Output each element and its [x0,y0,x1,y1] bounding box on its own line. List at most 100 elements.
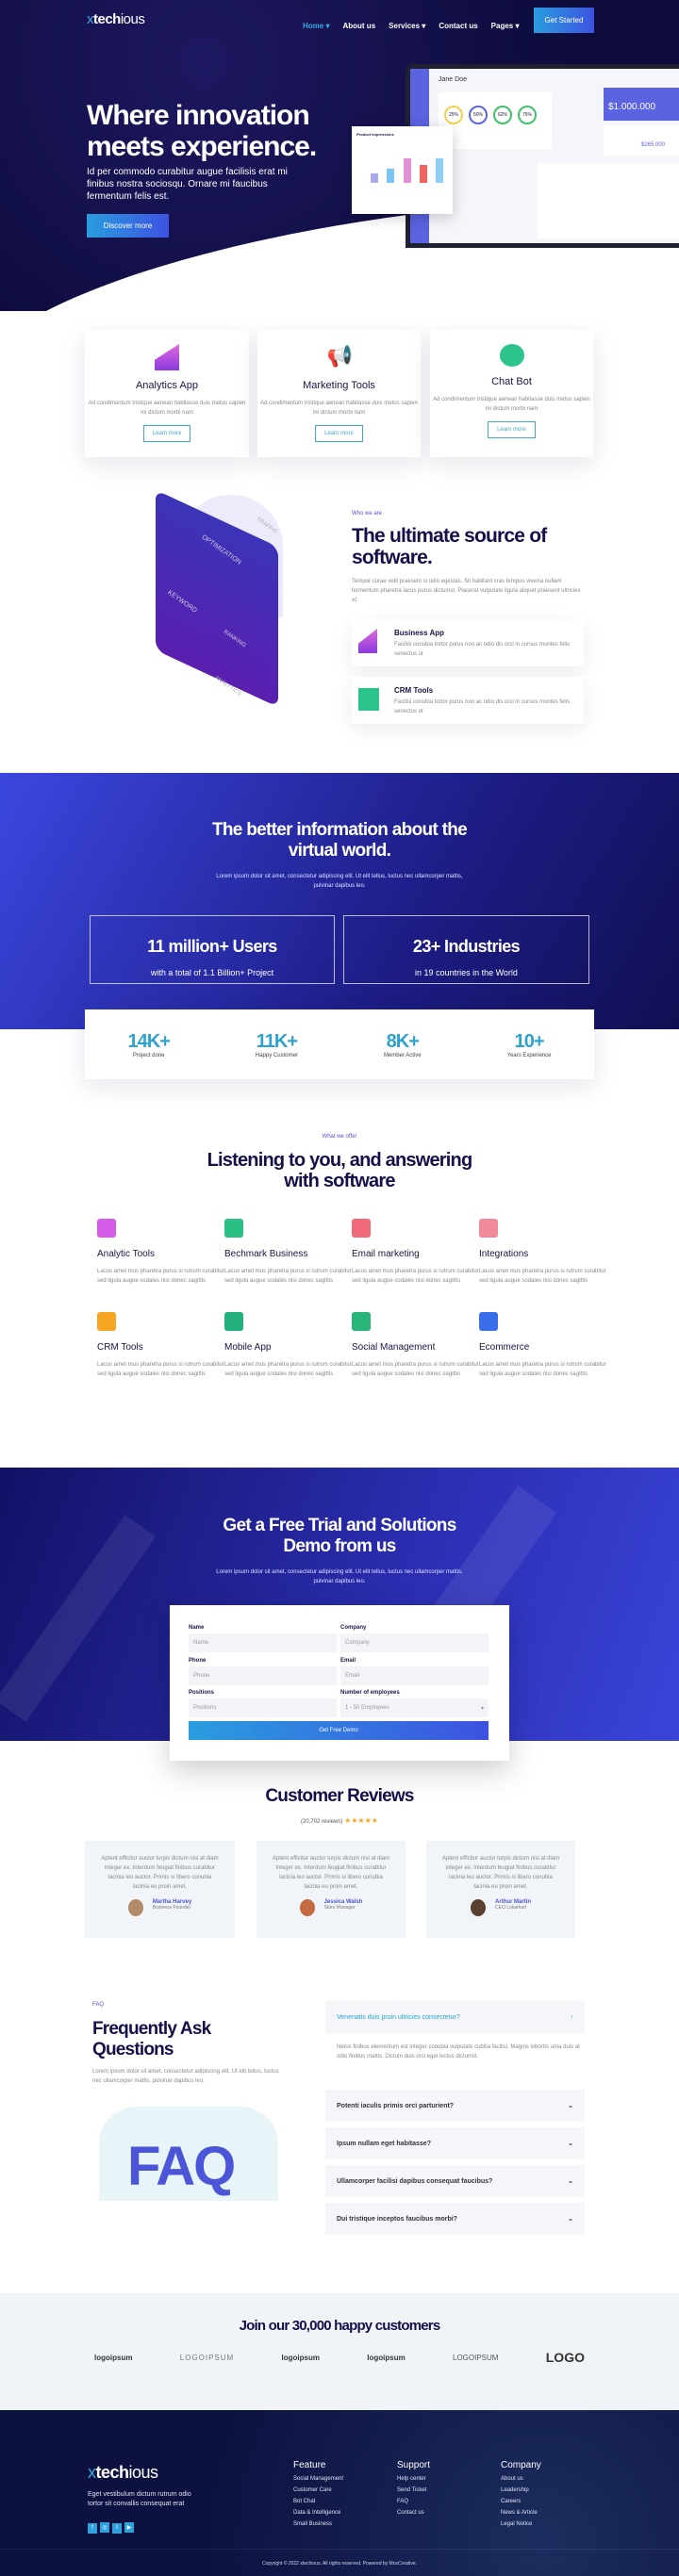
footer-text: Eget vestibulum dictum rutrum odio torto… [88,2491,191,2507]
chevron-down-icon: ▾ [480,1705,484,1712]
footer-link[interactable]: Legal Notice [501,2521,541,2527]
positions-input[interactable]: Positions [189,1698,337,1717]
dashboard-user: Jane Doe [439,76,467,83]
company-input[interactable]: Company [340,1633,489,1652]
hero-text: Id per commodo curabitur augue facilisis… [87,167,288,202]
faq-illustration: FAQ [99,2107,278,2201]
service-icon [479,1219,498,1238]
info-section [0,773,679,1029]
bar [436,158,443,183]
faq-item[interactable]: Ipsum nullam eget habitasse? ⌄ [325,2127,585,2159]
youtube-icon[interactable]: ▶ [124,2522,134,2533]
service-icon [479,1312,498,1331]
bar [420,165,427,183]
about-eyebrow: Who we are [352,511,383,517]
avatar [127,1899,143,1916]
client-logo: LOGO [545,2350,585,2365]
learn-more-button[interactable]: Learn more [488,421,536,438]
footer-link[interactable]: Data & Intelligence [293,2510,343,2516]
footer-link[interactable]: FAQ [397,2499,430,2504]
footer-link[interactable]: News & Article [501,2510,541,2516]
footer: xtechious Eget vestibulum dictum rutrum … [0,2410,679,2576]
product-impressions-card: Product Impressions [352,126,453,214]
feature-card: Analytics App Ad condimentum tristique ae… [85,330,249,457]
megaphone-icon: 📢 [326,344,353,368]
dashboard-calendar [538,163,679,238]
seo-illustration: OPTIMIZATION KEYWORD TRAFFIC RANKING ANA… [108,489,311,716]
client-logo: logoipsum [367,2353,406,2362]
twitter-icon[interactable]: t [112,2522,122,2534]
faq-item[interactable]: Potenti iaculis primis orci parturient? ⌄ [325,2090,585,2122]
discover-more-button[interactable]: Discover more [87,214,169,238]
review-card: Aptent efficitur auctor turpis dictum ni… [257,1841,406,1938]
bar [371,173,378,183]
faq-text: Lorem ipsum dolor sit amet, consectetur … [92,2069,279,2084]
copyright: Copyright © 2022 xtechious, All rights r… [261,2561,418,2567]
service-item: Bechmark Business Lacus amet mus pharetra… [224,1219,352,1286]
footer-link[interactable]: Leadership [501,2487,541,2493]
client-logo: logoipsum [281,2353,320,2362]
get-free-demo-button[interactable]: Get Free Demo [189,1721,489,1740]
get-started-button[interactable]: Get Started [534,8,594,33]
footer-link[interactable]: Contact us [397,2510,430,2516]
bar [387,169,394,183]
faq-item[interactable]: Dui tristique inceptos faucibus morbi? ⌄ [325,2203,585,2235]
instagram-icon[interactable]: ◎ [100,2522,109,2533]
nav-contact[interactable]: Contact us [439,22,477,30]
review-card: Aptent efficitur auctor turpis dictum ni… [85,1841,235,1938]
footer-link[interactable]: Send Ticket [397,2487,430,2493]
service-icon [224,1219,243,1238]
main-nav: Home ▾ About us Services ▾ Contact us Pages … [303,16,533,33]
hero-title: Where innovation meets experience. [87,100,317,162]
learn-more-button[interactable]: Learn more [142,425,191,442]
service-icon [352,1312,371,1331]
chat-icon [499,344,524,367]
feature-card: Chat Bot Ad condimentum tristique aenean … [430,330,593,457]
social-links: f ◎ t ▶ [88,2517,137,2534]
users-stat-box: 11 million+ Users with a total of 1.1 Bil… [90,915,335,984]
employees-select[interactable]: 1 - 50 Employees ▾ [340,1698,489,1717]
footer-logo[interactable]: xtechious [88,2463,158,2483]
avatar [471,1899,486,1916]
footer-link[interactable]: Social Management [293,2476,343,2482]
phone-input[interactable]: Phone [189,1666,337,1685]
bar [404,158,411,183]
faq-item[interactable]: Ullamcorper facilisi dapibus consequat f… [325,2165,585,2197]
learn-more-button[interactable]: Learn more [315,425,363,442]
service-item: Ecommerce Lacus amet mus pharetra purus s… [479,1312,606,1379]
client-logo: LOGOIPSUM [179,2353,235,2362]
nav-about[interactable]: About us [342,22,375,30]
service-item: Mobile App Lacus amet mus pharetra purus … [224,1312,352,1379]
footer-col-support: Support Help center Send Ticket FAQ Contact … [397,2460,431,2516]
email-input[interactable]: Email [340,1666,489,1685]
trial-text: Lorem ipsum dolor sit amet, consectetur … [216,1569,463,1584]
nav-home[interactable]: Home ▾ [303,22,329,30]
industries-stat-box: 23+ Industries in 19 countries in the Wor… [343,915,589,984]
name-input[interactable]: Name [189,1633,337,1652]
stat-item: 10+ Years Experience [506,1030,552,1058]
nav-services[interactable]: Services ▾ [389,22,425,30]
footer-link[interactable]: Bot Chat [293,2499,343,2504]
footer-divider [0,2549,679,2550]
chevron-down-icon: ⌄ [568,2216,573,2223]
logo[interactable]: xtechious [87,11,145,27]
facebook-icon[interactable]: f [88,2522,97,2534]
client-logo: LOGOIPSUM [453,2353,499,2362]
avatar [299,1899,315,1916]
client-logos: logoipsum LOGOIPSUM logoipsum logoipsum … [94,2350,585,2365]
footer-link[interactable]: Small Business [293,2521,343,2527]
footer-link[interactable]: Help center [397,2476,430,2482]
about-title: The ultimate source of software. [352,525,547,568]
service-item: Analytic Tools Lacus amet mus pharetra pu… [97,1219,224,1286]
footer-link[interactable]: About us [501,2476,541,2482]
service-item: Integrations Lacus amet mus pharetra puru… [479,1219,606,1286]
footer-link[interactable]: Careers [501,2499,541,2504]
stat-item: 8K+ Member Active [383,1030,422,1058]
footer-col-feature: Feature Social Management Customer Care Bot… [293,2460,344,2527]
footer-col-company: Company About us Leadership Careers News & A… [501,2460,541,2527]
footer-link[interactable]: Customer Care [293,2487,343,2493]
nav-pages[interactable]: Pages ▾ [491,22,520,30]
faq-item-open[interactable]: Venenatis duis proin ultricies consectet… [325,2001,585,2033]
info-text: Lorem ipsum dolor sit amet, consectetur … [216,874,463,889]
reviews-title: Customer Reviews [265,1786,414,1806]
